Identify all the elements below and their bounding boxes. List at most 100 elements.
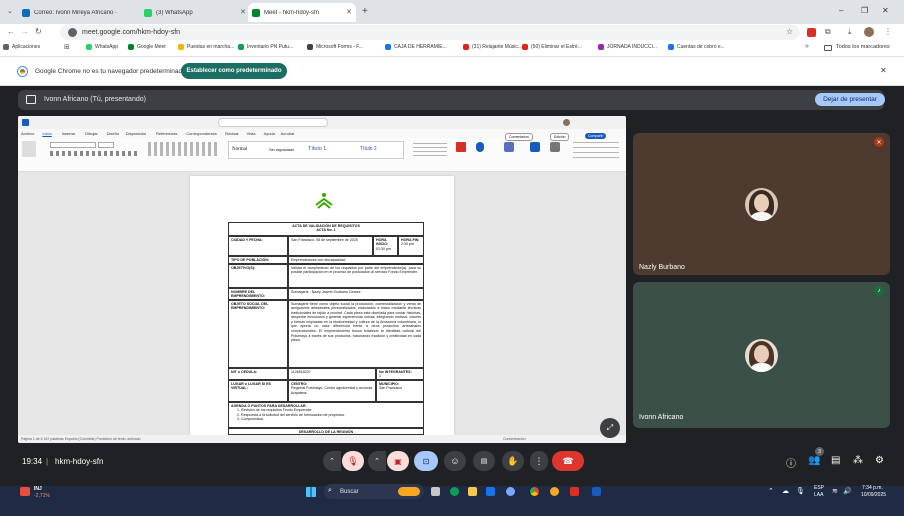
people-icon[interactable]: 👥 xyxy=(808,455,820,466)
profile-avatar[interactable] xyxy=(864,27,874,37)
find-replace-group[interactable] xyxy=(413,142,447,156)
word-menu-item[interactable]: Disposición xyxy=(126,131,146,136)
word-menu-item[interactable]: Referencias xyxy=(156,131,177,136)
browser-tab[interactable]: Correo: Ivonn Mireya Africano ·✕ xyxy=(18,3,156,22)
clock-date[interactable]: 10/09/2025 xyxy=(861,492,886,498)
editing-mode-button[interactable]: Edición xyxy=(550,133,570,141)
extensions-icon[interactable]: ⧉ xyxy=(825,27,831,37)
paste-icon[interactable] xyxy=(22,141,36,157)
word-status-focus[interactable]: Concentración xyxy=(503,437,526,441)
word-taskbar-icon[interactable] xyxy=(592,487,601,496)
close-window-button[interactable]: ✕ xyxy=(882,6,889,15)
windows-start-icon[interactable] xyxy=(306,487,316,497)
bookmark-item[interactable]: Aplicaciones xyxy=(3,44,40,50)
bookmark-item[interactable]: (31) Relajante Músic... xyxy=(463,44,522,50)
browser-tab[interactable]: (3) WhatsApp ✕ xyxy=(140,3,250,22)
maximize-button[interactable]: ❐ xyxy=(861,6,868,15)
present-button[interactable]: ⊡ xyxy=(414,451,438,471)
bookmark-item[interactable]: Puestas en marcha... xyxy=(178,44,234,50)
share-button[interactable]: Compartir xyxy=(585,133,607,139)
edge-icon[interactable] xyxy=(450,487,459,496)
copilot-icon[interactable] xyxy=(398,487,420,496)
widget-label[interactable]: INJ xyxy=(34,486,42,492)
bookmark-item[interactable]: Cuentas de cobro e... xyxy=(668,44,725,50)
mic-toggle-button[interactable]: 🎙 xyxy=(342,451,364,471)
editor-icon[interactable] xyxy=(530,142,540,152)
bookmark-item[interactable]: CAJA DE HERRAMIE... xyxy=(385,44,447,50)
new-tab-button[interactable]: + xyxy=(362,6,368,17)
word-menu-item[interactable]: Diseño xyxy=(107,131,119,136)
infobar-close-icon[interactable]: ✕ xyxy=(880,66,887,75)
bookmark-item[interactable]: WhatsApp xyxy=(86,44,118,50)
create-pdf-icon[interactable] xyxy=(456,142,466,152)
stop-presenting-button[interactable]: Dejar de presentar xyxy=(815,93,885,106)
minimize-button[interactable]: – xyxy=(839,6,843,15)
camera-options-button[interactable]: ⌃ xyxy=(368,451,386,471)
site-info-icon[interactable] xyxy=(68,28,77,37)
font-format-buttons[interactable] xyxy=(50,151,140,156)
stocks-widget-icon[interactable] xyxy=(20,487,30,496)
bookmark-item[interactable]: Inventario PN Putu... xyxy=(238,44,293,50)
clock-time[interactable]: 7:34 p.m. xyxy=(862,485,883,491)
chrome-profile-icon[interactable] xyxy=(550,487,559,496)
file-explorer-icon[interactable] xyxy=(468,487,477,496)
wifi-icon[interactable]: ≋ xyxy=(832,487,838,495)
word-menu-item[interactable]: Revisar xyxy=(225,131,239,136)
back-icon[interactable]: ← xyxy=(7,27,15,36)
word-menu-item[interactable]: Inicio xyxy=(42,131,51,136)
language-code[interactable]: ESP xyxy=(814,485,824,491)
adobe-sign-group[interactable] xyxy=(573,142,619,158)
word-menu-item[interactable]: Ayuda xyxy=(264,131,275,136)
store-icon[interactable] xyxy=(486,487,495,496)
word-menu-item[interactable]: Correspondencia xyxy=(186,131,216,136)
apps-grid-icon[interactable]: ⊞ xyxy=(64,43,70,51)
raise-hand-button[interactable]: ✋ xyxy=(502,451,524,471)
tab-close-icon[interactable]: ✕ xyxy=(346,8,352,16)
bookmark-star-icon[interactable]: ☆ xyxy=(786,27,793,36)
captions-button[interactable]: ▤ xyxy=(473,451,495,471)
style-no-spacing[interactable]: Sin espaciado xyxy=(269,147,294,153)
style-normal[interactable]: Normal xyxy=(232,147,247,153)
font-size-select[interactable] xyxy=(98,142,114,148)
volume-icon[interactable]: 🔊 xyxy=(843,487,852,495)
tab-close-icon[interactable]: ✕ xyxy=(240,8,246,16)
paragraph-buttons[interactable] xyxy=(148,142,218,156)
participant-tile-ivonn[interactable]: ♪ Ivonn Africano xyxy=(633,282,890,428)
leave-call-button[interactable]: ☎ xyxy=(552,451,584,471)
camera-toggle-button[interactable]: ▣ xyxy=(387,451,409,471)
acrobat-extension-icon[interactable] xyxy=(807,28,816,37)
reuse-files-icon[interactable] xyxy=(550,142,560,152)
mic-options-button[interactable]: ⌃ xyxy=(323,451,341,471)
host-controls-icon[interactable]: ⚙ xyxy=(875,455,884,466)
reactions-button[interactable]: ☺ xyxy=(444,451,466,471)
mic-tray-icon[interactable]: 🎙 xyxy=(796,487,805,495)
meeting-info-icon[interactable]: ⓘ xyxy=(786,455,796,470)
word-menu-item[interactable]: Acrobat xyxy=(281,131,295,136)
task-view-icon[interactable] xyxy=(431,487,440,496)
word-user-avatar[interactable] xyxy=(563,119,570,126)
reload-icon[interactable]: ↻ xyxy=(35,27,42,36)
set-default-button[interactable]: Establecer como predeterminado xyxy=(181,63,287,79)
fullscreen-expand-icon[interactable]: ⤢ xyxy=(600,418,620,438)
download-icon[interactable]: ⤓ xyxy=(848,27,852,37)
word-menu-item[interactable]: Insertar xyxy=(62,131,76,136)
browser-tab[interactable]: Meet - hkm-hdoy-sfn ✕ xyxy=(248,3,356,22)
all-bookmarks-link[interactable]: Todos los marcadores xyxy=(836,44,890,50)
word-menu-item[interactable]: Archivo xyxy=(21,131,34,136)
dictate-icon[interactable] xyxy=(476,142,484,152)
settings-app-icon[interactable] xyxy=(506,487,515,496)
keyboard-layout[interactable]: LAA xyxy=(814,492,823,498)
word-menu-item[interactable]: Dibujar xyxy=(85,131,98,136)
more-options-button[interactable]: ⋮ xyxy=(530,451,548,471)
bookmark-item[interactable]: (50) Eliminar el Estré... xyxy=(522,44,582,50)
bookmark-item[interactable]: JORNADA INDUCCI... xyxy=(598,44,657,50)
bookmark-item[interactable]: Google Meet xyxy=(128,44,166,50)
chrome-taskbar-icon[interactable] xyxy=(530,487,539,496)
acrobat-taskbar-icon[interactable] xyxy=(570,487,579,496)
widget-value[interactable]: -2,71% xyxy=(34,493,50,499)
sensitivity-icon[interactable] xyxy=(504,142,514,152)
cloud-icon[interactable]: ☁ xyxy=(782,487,789,495)
bookmark-item[interactable]: Microsoft Forms - F... xyxy=(307,44,363,50)
document-page[interactable]: ACTA DE VALIDACIÓN DE REQUISITOS ACTA No.… xyxy=(190,176,454,435)
chat-icon[interactable]: ▤ xyxy=(831,455,840,466)
